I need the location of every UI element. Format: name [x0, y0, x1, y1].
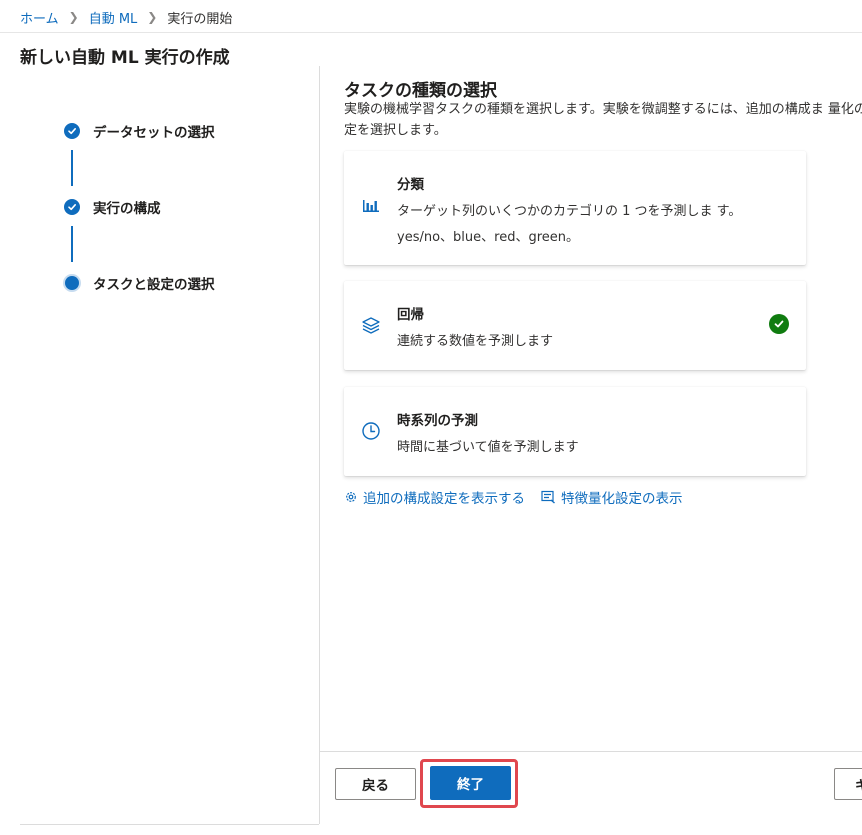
next-button[interactable]: キ: [834, 768, 862, 800]
card-description: 連続する数値を予測します: [397, 334, 554, 349]
task-card-forecasting[interactable]: 時系列の予測 時間に基づいて値を予測します: [344, 387, 806, 476]
selected-check-icon: [769, 314, 789, 334]
settings-links: 追加の構成設定を表示する 特徴量化設定の表示: [344, 487, 683, 507]
current-step-dot-icon: [65, 276, 79, 290]
breadcrumb-home-link[interactable]: ホーム: [20, 8, 59, 27]
card-title: 回帰: [397, 307, 424, 323]
card-description: ターゲット列のいくつかのカテゴリの 1 つを予測しま す。yes/no、blue…: [397, 204, 742, 245]
step-configure-run[interactable]: 実行の構成: [64, 197, 161, 217]
breadcrumb-automl-link[interactable]: 自動 ML: [89, 8, 138, 27]
panel-divider: [319, 66, 320, 824]
chevron-right-icon: ❯: [68, 10, 79, 24]
header-divider: [0, 32, 862, 33]
list-settings-icon: [541, 490, 555, 504]
bottom-divider: [20, 824, 319, 825]
gear-icon: [346, 492, 356, 502]
section-description: 実験の機械学習タスクの種類を選択します。実験を微調整するには、追加の構成ま 量化…: [344, 102, 862, 138]
card-title: 分類: [397, 177, 424, 193]
footer-divider: [320, 751, 862, 752]
additional-config-link-label: 追加の構成設定を表示する: [363, 491, 525, 507]
step-connector: [71, 150, 73, 186]
section-title: タスクの種類の選択: [344, 81, 497, 101]
chevron-right-icon: ❯: [147, 10, 158, 24]
step-task-settings[interactable]: タスクと設定の選択: [64, 273, 215, 293]
step-connector: [71, 226, 73, 262]
breadcrumb: ホーム ❯ 自動 ML ❯ 実行の開始: [20, 7, 232, 27]
step-label: タスクと設定の選択: [93, 277, 215, 293]
layers-icon: [360, 314, 382, 336]
card-title: 時系列の予測: [397, 413, 478, 429]
page-title: 新しい自動 ML 実行の作成: [20, 48, 230, 68]
breadcrumb-current: 実行の開始: [167, 11, 233, 27]
step-label: データセットの選択: [93, 125, 215, 141]
step-label: 実行の構成: [93, 201, 161, 217]
finish-button[interactable]: 終了: [430, 766, 511, 800]
task-card-regression[interactable]: 回帰 連続する数値を予測します: [344, 281, 806, 370]
bar-chart-icon: [360, 194, 382, 216]
clock-icon: [360, 420, 382, 442]
task-card-classification[interactable]: 分類 ターゲット列のいくつかのカテゴリの 1 つを予測しま す。yes/no、b…: [344, 151, 806, 265]
back-button[interactable]: 戻る: [335, 768, 416, 800]
step-select-dataset[interactable]: データセットの選択: [64, 121, 215, 141]
featurization-link-label: 特徴量化設定の表示: [561, 491, 683, 507]
check-circle-icon: [64, 199, 80, 215]
featurization-link[interactable]: 特徴量化設定の表示: [541, 487, 683, 507]
check-circle-icon: [64, 123, 80, 139]
card-description: 時間に基づいて値を予測します: [397, 440, 579, 455]
additional-config-link[interactable]: 追加の構成設定を表示する: [344, 487, 525, 507]
